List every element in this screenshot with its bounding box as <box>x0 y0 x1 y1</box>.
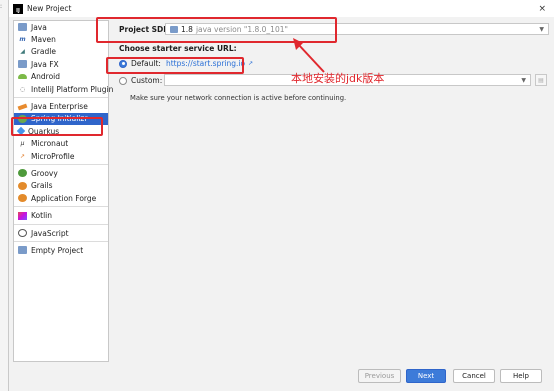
previous-button[interactable]: Previous <box>358 369 401 383</box>
background-window-strip: : <box>0 0 8 391</box>
sidebar-item-microprofile[interactable]: ↗ MicroProfile <box>14 150 108 162</box>
sidebar-item-java-fx[interactable]: Java FX <box>14 58 108 70</box>
sidebar-item-java[interactable]: Java <box>14 21 108 33</box>
annotation-arrow-icon <box>293 38 325 73</box>
sidebar-item-empty-project[interactable]: Empty Project <box>14 244 108 256</box>
sidebar-item-micronaut[interactable]: μ Micronaut <box>14 138 108 150</box>
custom-url-row: Custom: <box>119 76 162 85</box>
annotation-text: 本地安装的jdk版本 <box>291 72 385 85</box>
network-hint: Make sure your network connection is act… <box>130 94 347 102</box>
dialog-title: New Project <box>27 4 72 13</box>
chevron-down-icon: ▼ <box>539 25 544 33</box>
sidebar-item-android[interactable]: Android <box>14 71 108 83</box>
sidebar-item-kotlin[interactable]: Kotlin <box>14 209 108 221</box>
cancel-button[interactable]: Cancel <box>453 369 495 383</box>
next-button[interactable]: Next <box>406 369 446 383</box>
sidebar-item-grails[interactable]: Grails <box>14 180 108 192</box>
application-forge-icon <box>18 194 27 203</box>
sidebar-item-groovy[interactable]: Groovy <box>14 167 108 179</box>
sidebar-item-intellij-plugin[interactable]: ◌ IntelliJ Platform Plugin <box>14 83 113 95</box>
grails-icon <box>18 181 27 190</box>
micronaut-icon: μ <box>20 140 25 148</box>
divider <box>14 241 108 243</box>
sidebar-item-javascript[interactable]: JavaScript <box>14 227 108 239</box>
edit-url-icon[interactable]: ▤ <box>535 74 547 86</box>
title-bar: IJ New Project × <box>9 0 554 17</box>
divider <box>14 206 108 208</box>
help-button[interactable]: Help <box>500 369 542 383</box>
folder-icon <box>18 246 27 255</box>
java-enterprise-icon <box>17 103 28 110</box>
chevron-down-icon: ▼ <box>521 76 526 84</box>
groovy-icon <box>18 169 27 178</box>
sidebar-item-maven[interactable]: m Maven <box>14 33 108 45</box>
microprofile-icon: ↗ <box>19 152 26 160</box>
sidebar-item-application-forge[interactable]: Application Forge <box>14 192 108 204</box>
close-icon[interactable]: × <box>538 4 546 14</box>
folder-icon <box>18 60 27 69</box>
divider <box>14 164 108 166</box>
divider <box>14 223 108 225</box>
new-project-dialog: IJ New Project × Java m Maven ◢ Gradle Jav… <box>8 0 554 391</box>
sidebar-item-java-enterprise[interactable]: Java Enterprise <box>14 100 108 112</box>
spring-initializr-highlight-box <box>11 117 103 136</box>
custom-label: Custom: <box>131 76 163 85</box>
android-icon <box>18 74 27 80</box>
javascript-icon <box>18 229 27 238</box>
default-url-highlight-box <box>106 57 244 74</box>
dialog-footer: Previous Next Cancel Help <box>9 364 554 391</box>
plugin-icon: ◌ <box>19 85 26 93</box>
maven-icon: m <box>19 36 26 44</box>
service-url-heading: Choose starter service URL: <box>119 44 237 53</box>
project-type-list: Java m Maven ◢ Gradle Java FX Android ◌ Int… <box>13 20 113 362</box>
sidebar-item-gradle[interactable]: ◢ Gradle <box>14 46 108 58</box>
kotlin-icon <box>18 211 27 220</box>
custom-radio[interactable] <box>119 76 127 85</box>
folder-icon <box>18 23 27 32</box>
intellij-logo-icon: IJ <box>13 3 23 14</box>
external-link-icon[interactable]: ↗ <box>248 60 253 67</box>
gradle-icon: ◢ <box>20 48 25 56</box>
divider <box>14 97 108 99</box>
